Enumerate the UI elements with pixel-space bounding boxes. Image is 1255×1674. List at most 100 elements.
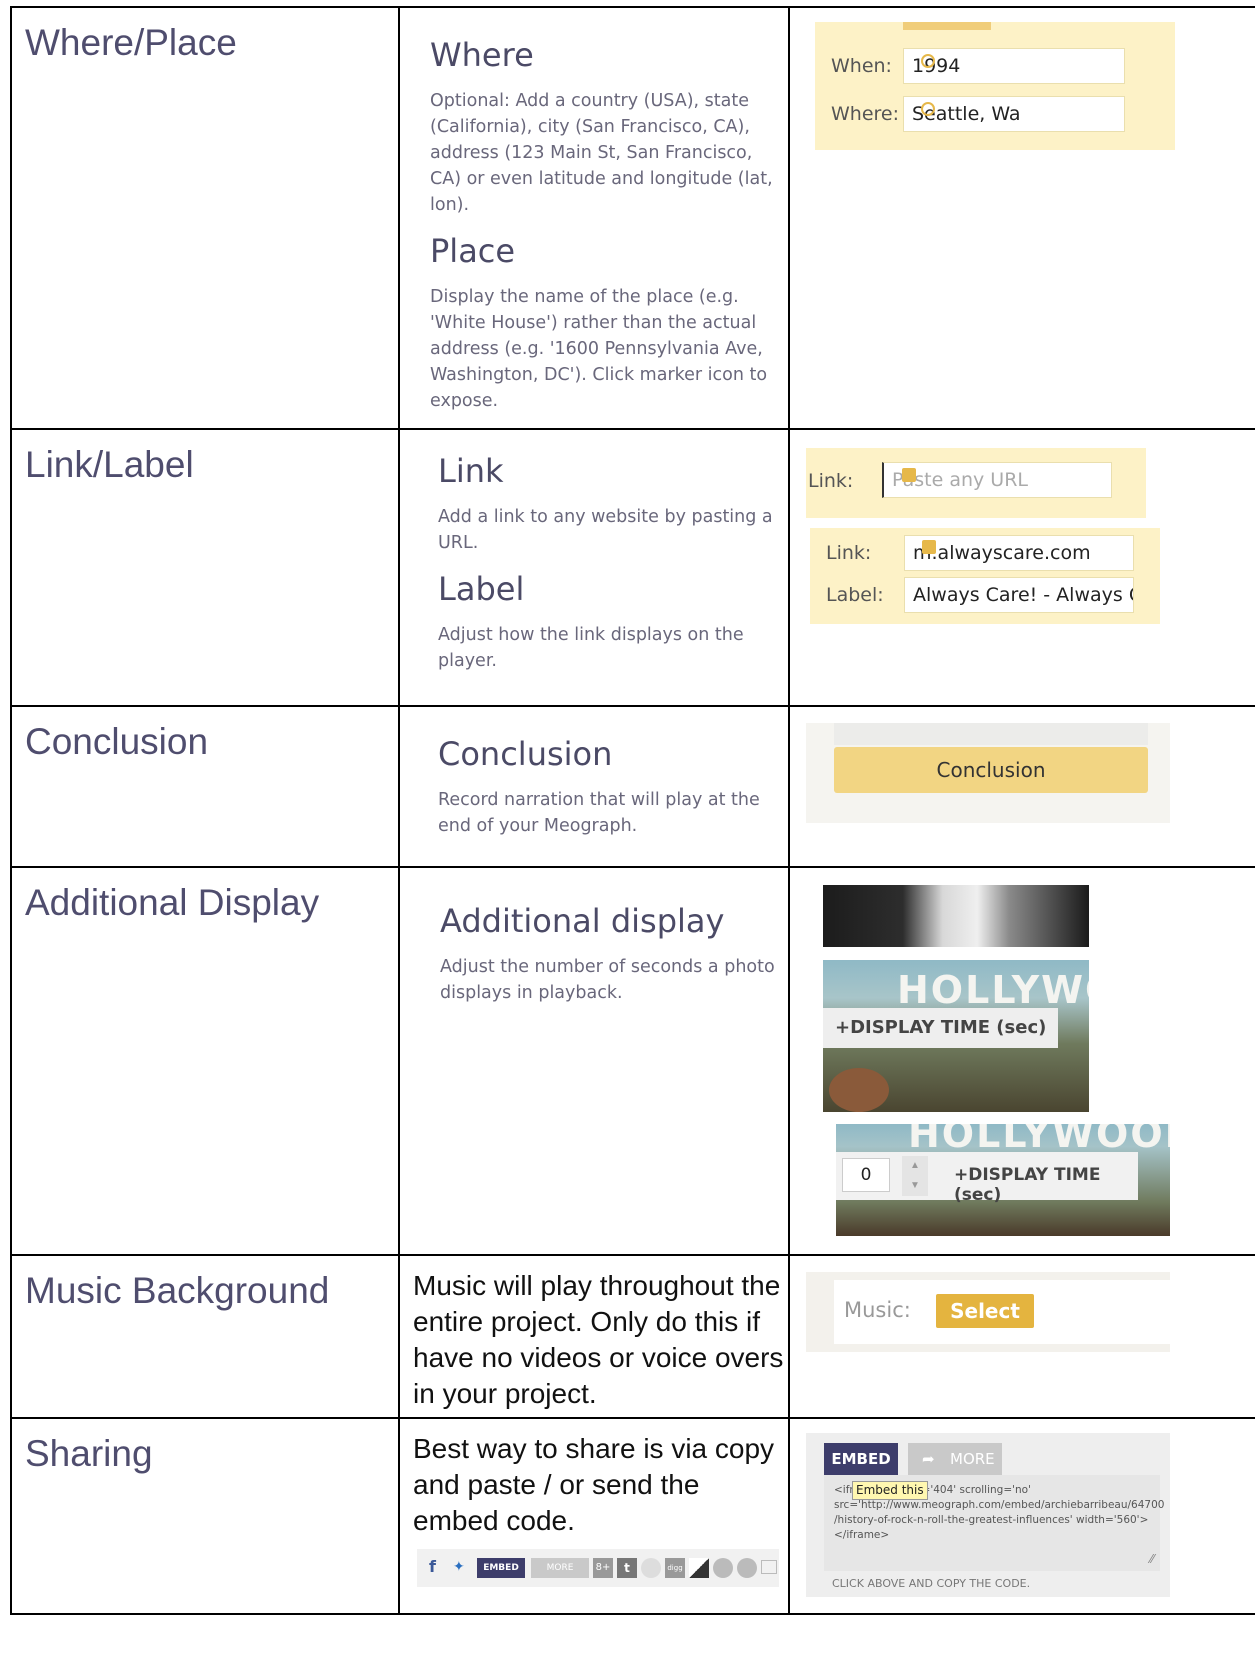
google-plus-icon[interactable]: 8+ bbox=[593, 1558, 613, 1578]
when-field[interactable]: 1994 bbox=[903, 48, 1125, 84]
feature-name: Music Background bbox=[25, 1270, 330, 1311]
embed-panel: EMBED ➦ MORE <ifra ='0' height='404' scr… bbox=[806, 1433, 1170, 1597]
music-panel: Music: Select bbox=[806, 1272, 1170, 1352]
description-text: Music will play throughout the entire pr… bbox=[413, 1270, 784, 1409]
embed-tab[interactable]: EMBED bbox=[824, 1443, 898, 1475]
section-text: Optional: Add a country (USA), state (Ca… bbox=[430, 91, 773, 215]
label-field[interactable]: Always Care! - Always Ca bbox=[904, 577, 1134, 613]
share-embed-button[interactable]: EMBED bbox=[477, 1558, 525, 1578]
embed-tooltip: Embed this bbox=[852, 1481, 928, 1500]
resize-handle-icon[interactable]: ⁄⁄ bbox=[1150, 1552, 1154, 1567]
description-text: Best way to share is via copy and paste … bbox=[413, 1433, 775, 1536]
twitter-icon[interactable]: ✦ bbox=[453, 1558, 465, 1575]
section-heading: Place bbox=[430, 232, 516, 270]
stepper-bar: 0 ▲ ▼ +DISPLAY TIME (sec) bbox=[836, 1152, 1138, 1205]
screenshot-cell: Link: Paste any URL Link: m.alwayscare.c… bbox=[788, 428, 1255, 707]
section-heading: Where bbox=[430, 36, 534, 74]
link-field[interactable]: Paste any URL bbox=[882, 462, 1112, 498]
more-tab-label: MORE bbox=[950, 1450, 995, 1468]
facebook-icon[interactable]: f bbox=[429, 1557, 436, 1576]
label-label: Label: bbox=[826, 584, 884, 606]
description-cell: Music will play throughout the entire pr… bbox=[398, 1254, 790, 1419]
table-row: Conclusion Conclusion Record narration t… bbox=[10, 705, 1255, 868]
embed-code-box[interactable]: <ifra ='0' height='404' scrolling='no' s… bbox=[824, 1475, 1165, 1571]
display-time-stepper[interactable]: 0 bbox=[842, 1158, 890, 1192]
reddit-icon[interactable] bbox=[641, 1558, 661, 1578]
delicious-icon[interactable] bbox=[689, 1558, 709, 1578]
description-cell: Best way to share is via copy and paste … bbox=[398, 1417, 790, 1615]
table-row: Sharing Best way to share is via copy an… bbox=[10, 1417, 1255, 1615]
photo-thumbnail: HOLLYWO +DISPLAY TIME (sec) bbox=[823, 960, 1089, 1112]
display-time-label: +DISPLAY TIME (sec) bbox=[954, 1165, 1101, 1205]
when-label: When: bbox=[831, 55, 892, 77]
marker-icon[interactable] bbox=[902, 468, 916, 482]
marker-icon[interactable] bbox=[921, 102, 935, 116]
description-cell: Link Add a link to any website by pastin… bbox=[398, 428, 790, 707]
description-cell: Additional display Adjust the number of … bbox=[398, 866, 790, 1256]
section-text: Adjust the number of seconds a photo dis… bbox=[440, 957, 775, 1003]
music-select-button[interactable]: Select bbox=[936, 1294, 1034, 1328]
screenshot-cell: HOLLYWO +DISPLAY TIME (sec) HOLLYWOOD 0 … bbox=[788, 866, 1255, 1256]
section-text: Display the name of the place (e.g. 'Whi… bbox=[430, 287, 768, 411]
description-screenshot: Where Optional: Add a country (USA), sta… bbox=[430, 36, 778, 414]
link-label-panel: Link: m.alwayscare.com Label: Always Car… bbox=[810, 528, 1160, 624]
conclusion-panel: Conclusion bbox=[806, 723, 1170, 823]
screenshot-cell: EMBED ➦ MORE <ifra ='0' height='404' scr… bbox=[788, 1417, 1255, 1615]
stepper-arrows-icon[interactable]: ▲ ▼ bbox=[902, 1156, 928, 1196]
where-field[interactable]: Seattle, Wa bbox=[903, 96, 1125, 132]
section-text: Adjust how the link displays on the play… bbox=[438, 625, 744, 671]
conclusion-button[interactable]: Conclusion bbox=[834, 747, 1148, 793]
feature-name: Conclusion bbox=[25, 721, 209, 762]
music-label: Music: bbox=[844, 1298, 911, 1322]
panel-edge bbox=[903, 22, 991, 30]
stumbleupon-icon[interactable] bbox=[713, 1558, 733, 1578]
share-bar: f ✦ EMBED MORE 8+ t digg bbox=[417, 1549, 779, 1587]
feature-name: Sharing bbox=[25, 1433, 153, 1474]
description-screenshot: Link Add a link to any website by pastin… bbox=[438, 452, 778, 674]
more-tab[interactable]: ➦ MORE bbox=[908, 1443, 1002, 1475]
where-panel: When: 1994 Where: Seattle, Wa bbox=[815, 22, 1175, 150]
table-row: Additional Display Additional display Ad… bbox=[10, 866, 1255, 1256]
feature-cell: Sharing bbox=[10, 1417, 400, 1615]
pinterest-icon[interactable] bbox=[737, 1558, 757, 1578]
link-field[interactable]: m.alwayscare.com bbox=[904, 535, 1134, 571]
screenshot-cell: Music: Select bbox=[788, 1254, 1255, 1419]
description-cell: Where Optional: Add a country (USA), sta… bbox=[398, 6, 790, 430]
digg-icon[interactable]: digg bbox=[665, 1558, 685, 1578]
feature-cell: Link/Label bbox=[10, 428, 400, 707]
panel-edge bbox=[834, 723, 1148, 745]
link-label: Link: bbox=[826, 542, 872, 564]
description-screenshot: Additional display Adjust the number of … bbox=[440, 902, 778, 1006]
table-row: Where/Place Where Optional: Add a countr… bbox=[10, 6, 1255, 430]
display-time-chip[interactable]: +DISPLAY TIME (sec) bbox=[823, 1008, 1059, 1048]
photo-sign-text: HOLLYWO bbox=[897, 968, 1089, 1012]
photo-thumbnail bbox=[823, 885, 1089, 947]
share-more-button[interactable]: MORE bbox=[531, 1558, 589, 1578]
share-arrow-icon: ➦ bbox=[922, 1450, 935, 1468]
screenshot-cell: Conclusion bbox=[788, 705, 1255, 868]
feature-table: Where/Place Where Optional: Add a countr… bbox=[10, 6, 1255, 1615]
marker-icon[interactable] bbox=[921, 54, 935, 68]
link-label: Link: bbox=[808, 470, 854, 492]
code-line: </iframe> bbox=[834, 1529, 890, 1541]
link-panel: Link: Paste any URL bbox=[806, 448, 1146, 518]
code-line: /history-of-rock-n-roll-the-greatest-inf… bbox=[834, 1514, 1149, 1526]
feature-name: Link/Label bbox=[25, 444, 194, 485]
marker-icon[interactable] bbox=[922, 540, 936, 554]
screenshot-cell: When: 1994 Where: Seattle, Wa bbox=[788, 6, 1255, 430]
photo-thumbnail: HOLLYWOOD 0 ▲ ▼ +DISPLAY TIME (sec) bbox=[836, 1124, 1170, 1236]
where-label: Where: bbox=[831, 103, 900, 125]
section-text: Add a link to any website by pasting a U… bbox=[438, 507, 773, 553]
music-card: Music: Select bbox=[834, 1280, 1170, 1344]
section-heading: Link bbox=[438, 452, 504, 490]
email-icon[interactable] bbox=[761, 1560, 777, 1574]
embed-instruction: CLICK ABOVE AND COPY THE CODE. bbox=[832, 1577, 1031, 1590]
section-heading: Additional display bbox=[440, 902, 725, 940]
feature-cell: Where/Place bbox=[10, 6, 400, 430]
tumblr-icon[interactable]: t bbox=[617, 1558, 637, 1578]
table-row: Music Background Music will play through… bbox=[10, 1254, 1255, 1419]
section-heading: Conclusion bbox=[438, 735, 613, 773]
feature-cell: Music Background bbox=[10, 1254, 400, 1419]
code-line: src='http://www.meograph.com/embed/archi… bbox=[834, 1499, 1165, 1511]
feature-cell: Conclusion bbox=[10, 705, 400, 868]
